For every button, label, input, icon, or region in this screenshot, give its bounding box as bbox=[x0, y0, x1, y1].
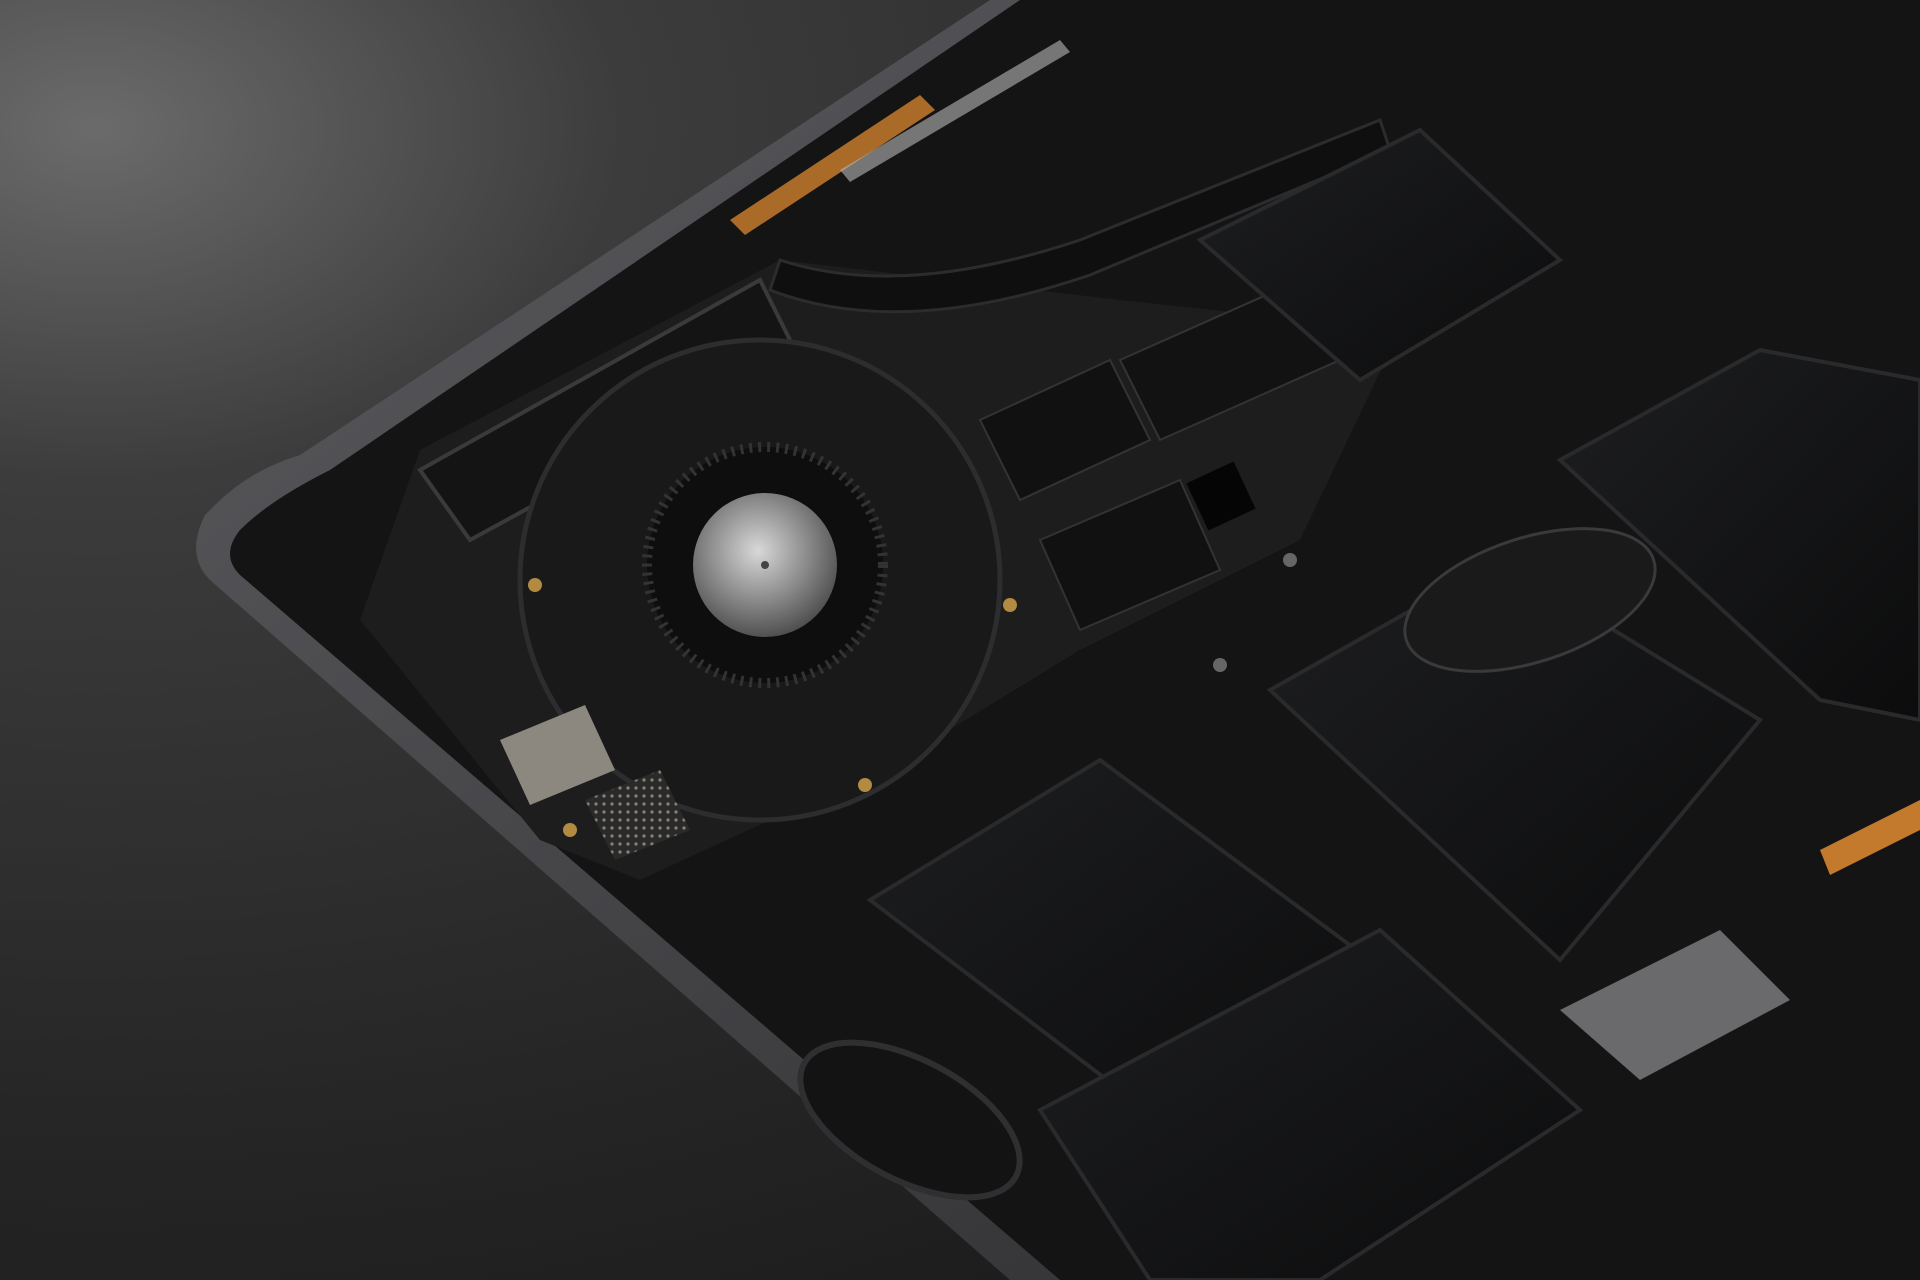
fan-hub-center bbox=[761, 561, 769, 569]
screw bbox=[1283, 553, 1297, 567]
screw bbox=[563, 823, 577, 837]
screw bbox=[1213, 658, 1227, 672]
photo-laptop-internals bbox=[0, 0, 1920, 1280]
screw bbox=[858, 778, 872, 792]
screw bbox=[1003, 598, 1017, 612]
screw bbox=[528, 578, 542, 592]
